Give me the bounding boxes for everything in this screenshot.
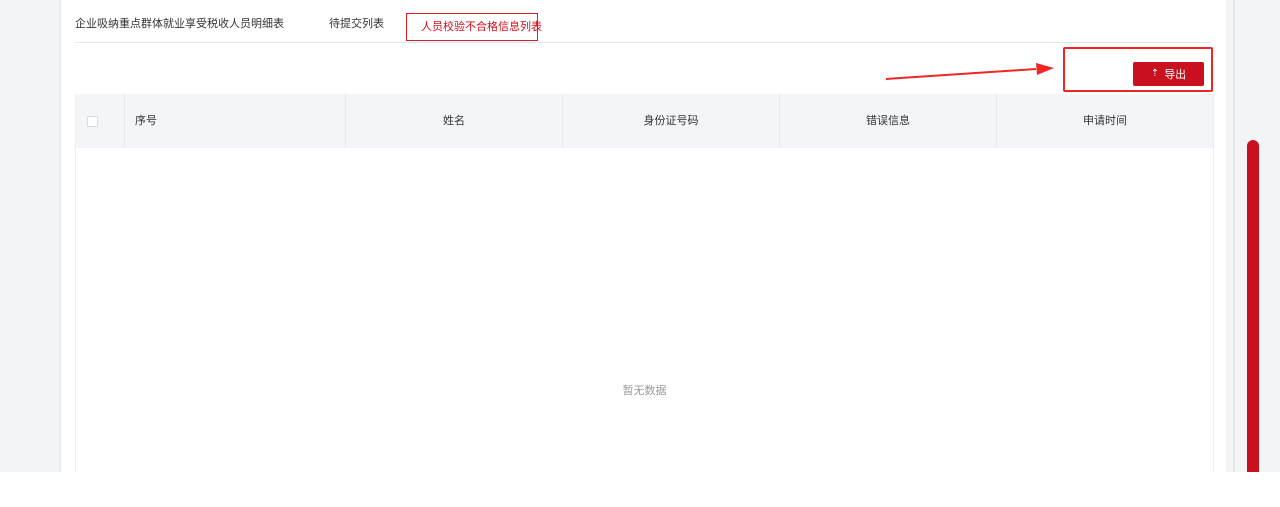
export-button[interactable]: ⇡ 导出 <box>1133 62 1204 86</box>
right-rail <box>1233 0 1235 472</box>
table-header: 序号 姓名 身份证号码 错误信息 申请时间 <box>76 94 1213 148</box>
empty-state-text: 暂无数据 <box>622 384 667 397</box>
select-all-checkbox[interactable] <box>87 116 98 127</box>
column-header-name[interactable]: 姓名 <box>346 94 563 148</box>
export-button-label: 导出 <box>1164 68 1187 81</box>
column-header-apply-time[interactable]: 申请时间 <box>997 94 1213 148</box>
tab-validation-failed[interactable]: 人员校验不合格信息列表 <box>406 13 542 41</box>
column-header-id-number[interactable]: 身份证号码 <box>563 94 780 148</box>
header-select-all <box>76 94 125 148</box>
upload-icon: ⇡ <box>1150 68 1160 79</box>
column-header-index[interactable]: 序号 <box>125 94 346 148</box>
tab-bar: 企业吸纳重点群体就业享受税收人员明细表 待提交列表 人员校验不合格信息列表 <box>75 10 1211 43</box>
column-header-error-info[interactable]: 错误信息 <box>780 94 997 148</box>
tab-pending-submit[interactable]: 待提交列表 <box>329 10 384 38</box>
tab-enterprise-detail[interactable]: 企业吸纳重点群体就业享受税收人员明细表 <box>75 10 284 38</box>
annotation-arrow <box>886 63 1054 80</box>
data-table: 序号 姓名 身份证号码 错误信息 申请时间 暂无数据 <box>75 94 1214 472</box>
scrollbar-thumb[interactable] <box>1247 140 1259 472</box>
